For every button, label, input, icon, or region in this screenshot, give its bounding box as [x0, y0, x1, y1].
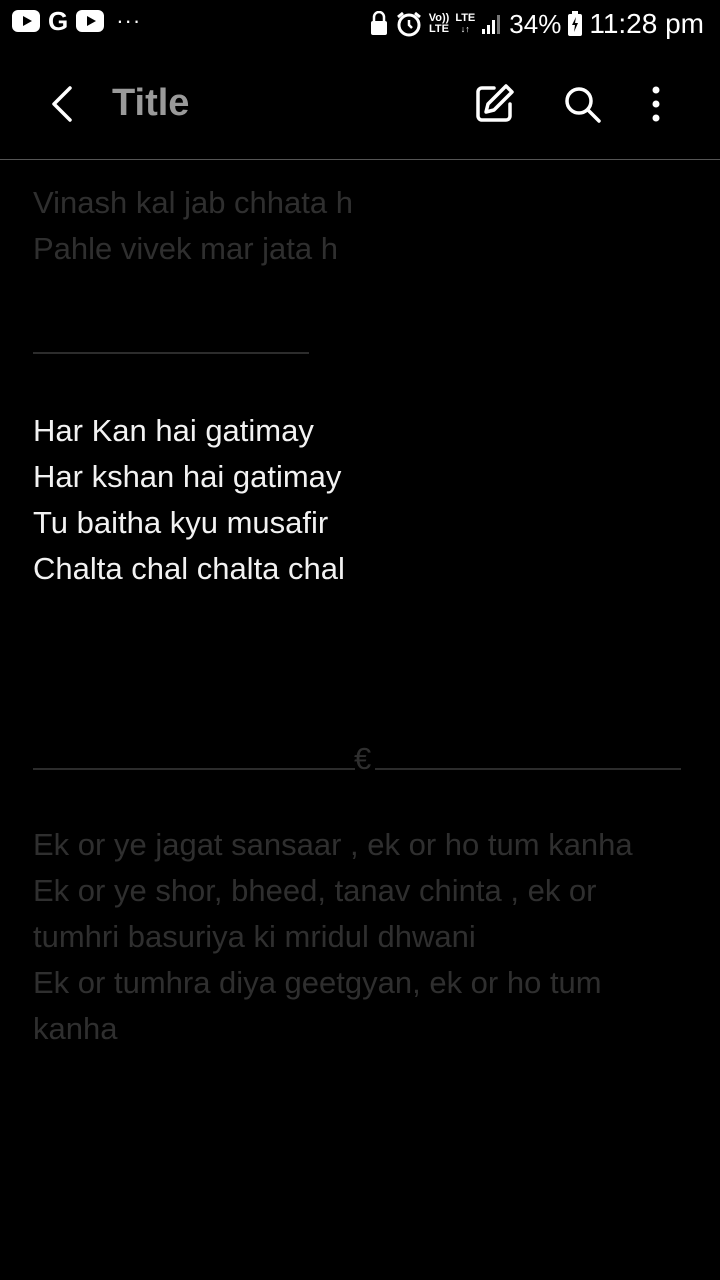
divider-left	[33, 768, 355, 770]
divider	[33, 352, 309, 354]
divider-right	[375, 768, 681, 770]
youtube-icon	[12, 10, 40, 32]
separator-symbol: €	[354, 741, 372, 776]
edit-icon	[476, 84, 514, 122]
page-title[interactable]: Title	[112, 82, 189, 125]
more-notifications-icon: ···	[116, 8, 142, 33]
more-vertical-icon	[652, 86, 660, 122]
note-block-2: Har Kan hai gatimay Har kshan hai gatima…	[33, 408, 345, 592]
status-bar: G ··· Vo)) LTE LTE ↓↑ 34% 11:28 pm	[0, 0, 720, 52]
chevron-left-icon	[52, 86, 72, 122]
note-line: Pahle vivek mar jata h	[33, 231, 338, 266]
note-line: Har Kan hai gatimay	[33, 413, 314, 448]
youtube-icon-2	[76, 10, 105, 32]
note-line: Ek or ye jagat sansaar , ek or ho tum ka…	[33, 827, 633, 862]
volte-indicator: Vo)) LTE	[428, 12, 450, 35]
edit-button[interactable]	[470, 80, 518, 128]
note-block-3: Ek or ye jagat sansaar , ek or ho tum ka…	[33, 822, 693, 1052]
battery-icon	[568, 11, 583, 36]
google-icon: G	[48, 6, 69, 36]
note-line: kanha	[33, 1011, 118, 1046]
lte-indicator: LTE ↓↑	[455, 12, 476, 35]
note-line: tumhri basuriya ki mridul dhwani	[33, 919, 476, 954]
clock: 11:28 pm	[589, 8, 704, 39]
separator: €	[33, 736, 681, 776]
signal-icon	[482, 15, 501, 34]
note-line: Har kshan hai gatimay	[33, 459, 342, 494]
toolbar: Title	[0, 52, 720, 160]
search-button[interactable]	[558, 80, 606, 128]
note-line: Ek or ye shor, bheed, tanav chinta , ek …	[33, 873, 597, 908]
more-options-button[interactable]	[632, 80, 680, 128]
battery-percent: 34%	[509, 8, 562, 39]
note-line: Tu baitha kyu musafir	[33, 505, 329, 540]
note-line: Vinash kal jab chhata h	[33, 185, 353, 220]
note-block-1: Vinash kal jab chhata h Pahle vivek mar …	[33, 180, 353, 272]
back-button[interactable]	[38, 80, 86, 128]
note-line: Ek or tumhra diya geetgyan, ek or ho tum	[33, 965, 602, 1000]
alarm-icon	[396, 11, 421, 37]
note-line: Chalta chal chalta chal	[33, 551, 345, 586]
lock-icon	[370, 11, 387, 35]
search-icon	[565, 87, 601, 123]
